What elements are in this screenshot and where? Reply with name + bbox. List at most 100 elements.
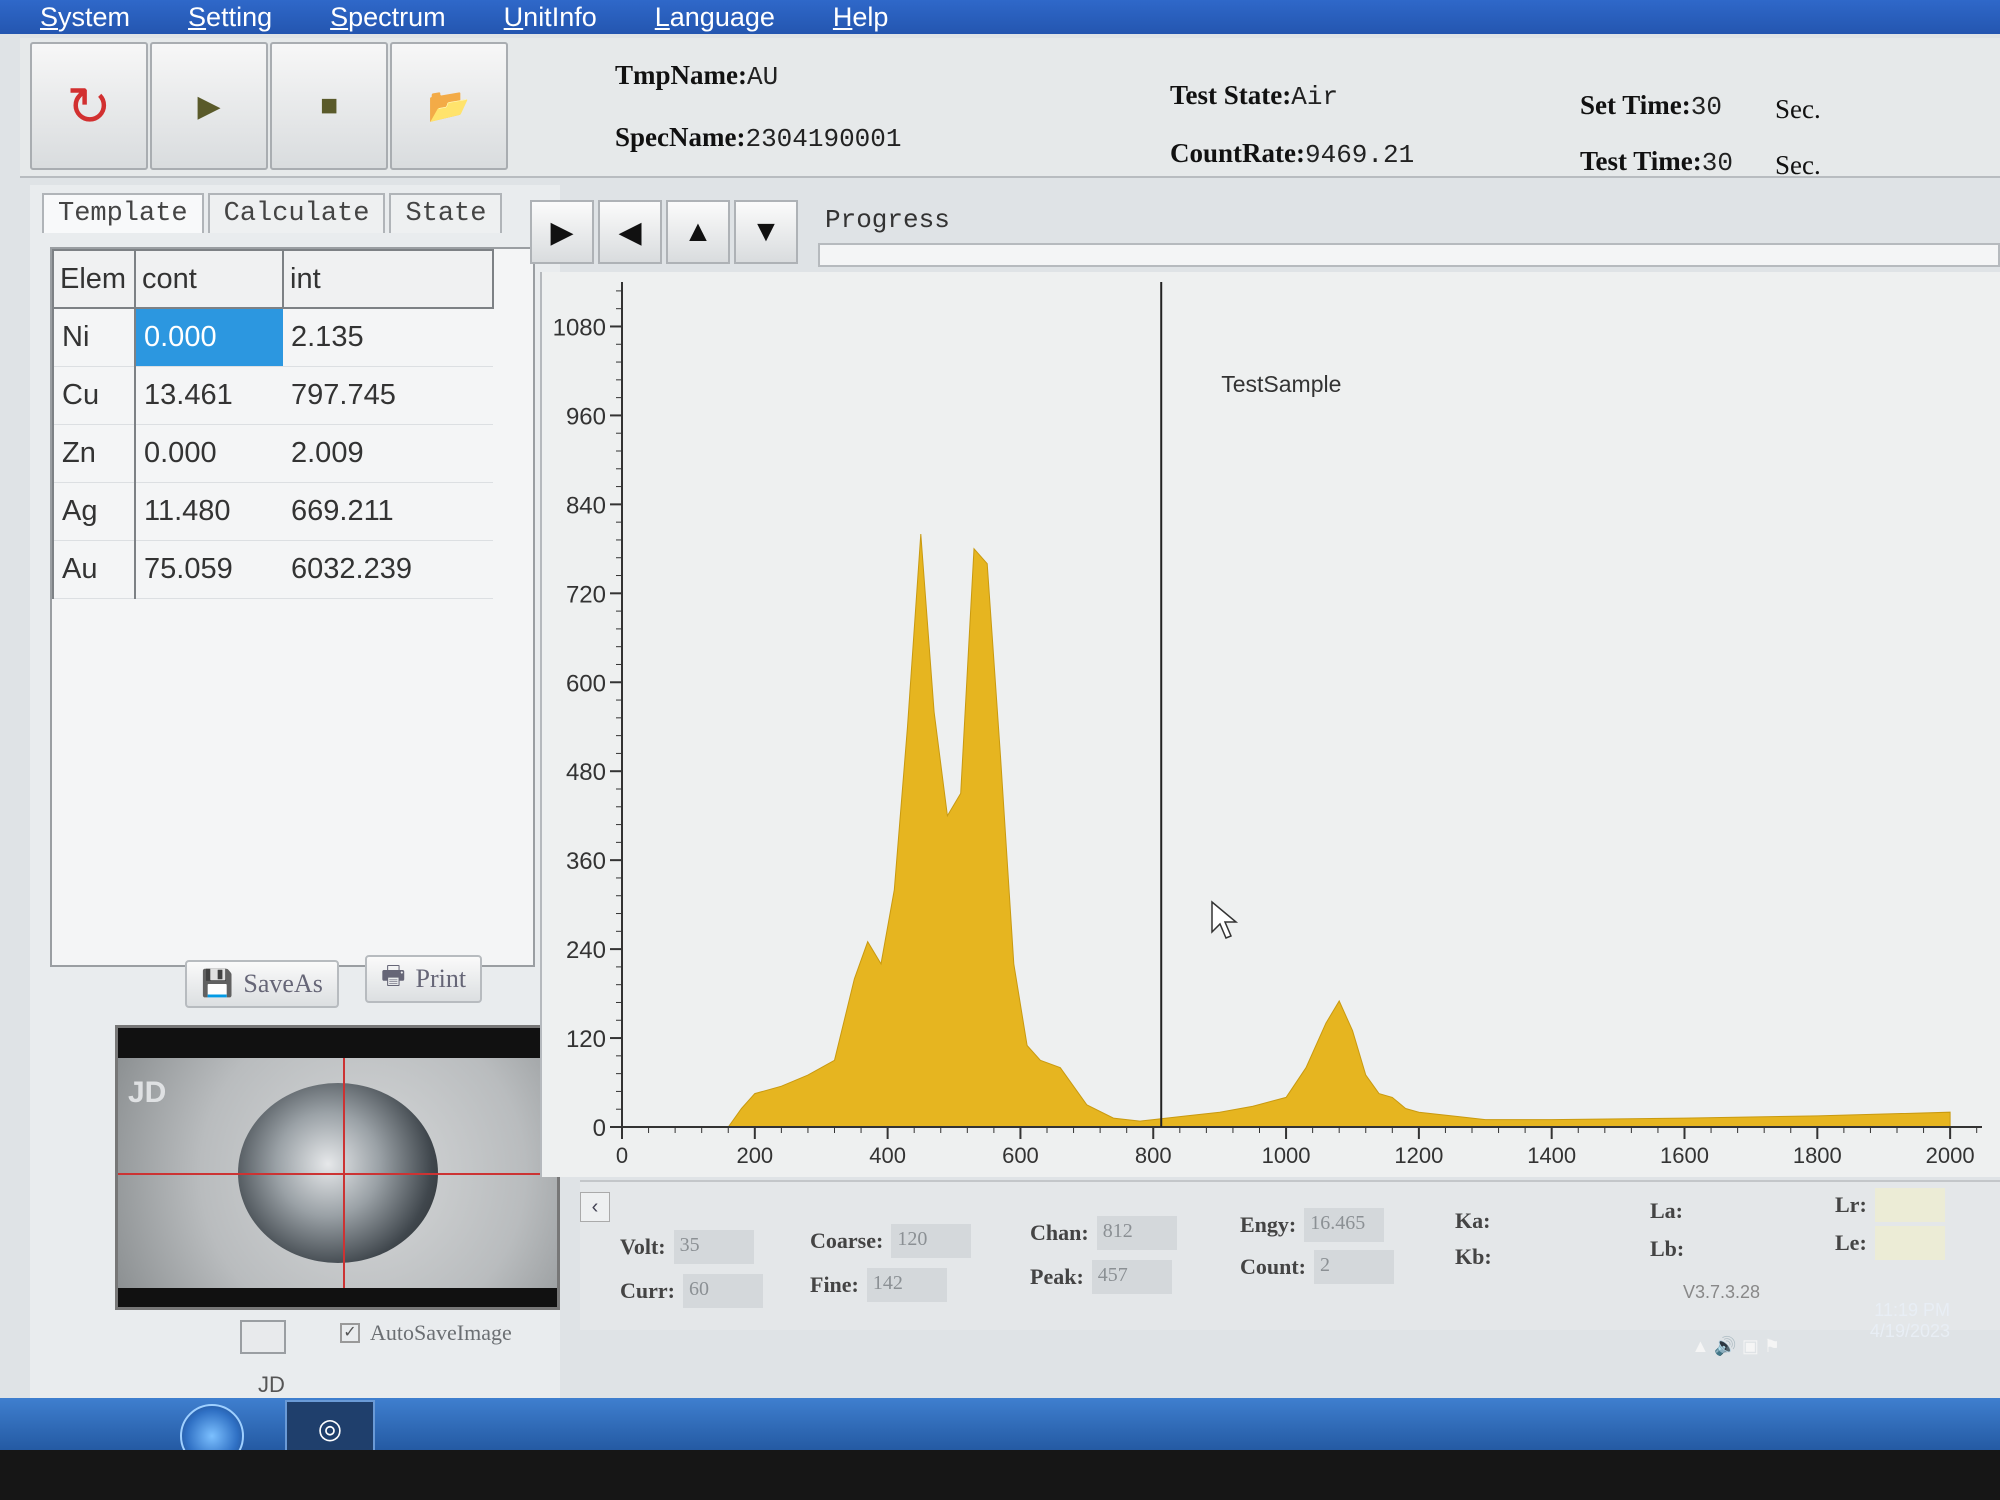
crosshair-vertical — [343, 1058, 345, 1288]
test-time-unit: Sec. — [1775, 150, 1821, 180]
folder-open-icon: 📂 — [427, 87, 471, 125]
cell-int: 6032.239 — [283, 540, 493, 599]
table-row[interactable]: Ni 0.000 2.135 — [52, 308, 493, 367]
peak-value[interactable]: 457 — [1091, 1260, 1172, 1294]
lr-label: Lr: — [1835, 1192, 1867, 1217]
system-tray: ▲ 🔊 ▣ ⚑ — [1692, 1336, 1780, 1357]
spectrum-area — [622, 533, 1951, 1128]
menu-unitinfo[interactable]: UnitInfo — [504, 2, 597, 33]
menu-help[interactable]: Help — [833, 2, 889, 33]
taskbar-app-xrf[interactable]: ◎ — [285, 1400, 375, 1450]
y-tick-label: 360 — [566, 848, 606, 875]
table-row[interactable]: Ag 11.480 669.211 — [52, 482, 493, 541]
coarse-value[interactable]: 120 — [891, 1224, 972, 1258]
tmp-name: TmpName:AU — [615, 60, 778, 92]
ka-field: Ka: — [1455, 1208, 1498, 1234]
prev-button[interactable]: ◀ — [598, 200, 662, 264]
lr-value[interactable] — [1874, 1188, 1945, 1222]
cell-cont[interactable]: 0.000 — [135, 308, 283, 367]
table-row[interactable]: Zn 0.000 2.009 — [52, 424, 493, 483]
coarse-label: Coarse: — [810, 1228, 884, 1253]
tab-calculate[interactable]: Calculate — [207, 193, 386, 233]
network-icon[interactable]: ▣ — [1742, 1336, 1759, 1356]
left-tabs: Template Calculate State — [42, 193, 506, 233]
la-label: La: — [1650, 1198, 1683, 1223]
flag-icon[interactable]: ⚑ — [1764, 1336, 1780, 1356]
volt-label: Volt: — [620, 1234, 666, 1259]
save-icon: 💾 — [201, 969, 234, 998]
clock-date: 4/19/2023 — [1869, 1321, 1950, 1341]
count-field: Count: 2 — [1240, 1250, 1395, 1284]
chan-field: Chan: 812 — [1030, 1216, 1177, 1250]
y-tick-label: 1080 — [553, 314, 606, 341]
y-tick-label: 0 — [593, 1115, 606, 1142]
status-panel: ‹ Volt: 35 Curr: 60 Coarse: 120 Fine: 142 Ch… — [580, 1180, 2000, 1330]
cell-elem: Au — [52, 540, 136, 599]
col-elem[interactable]: Elem — [52, 249, 136, 309]
tab-template[interactable]: Template — [42, 193, 204, 233]
open-button[interactable]: 📂 — [390, 42, 508, 170]
count-value[interactable]: 2 — [1314, 1250, 1395, 1284]
x-tick-label: 1200 — [1394, 1143, 1443, 1168]
col-int[interactable]: int — [282, 249, 494, 309]
engy-field: Engy: 16.465 — [1240, 1208, 1385, 1242]
scale-up-button[interactable]: ▲ — [666, 200, 730, 264]
chan-label: Chan: — [1030, 1220, 1089, 1245]
refresh-icon: ↻ — [66, 76, 112, 137]
engy-label: Engy: — [1240, 1212, 1297, 1237]
tab-state[interactable]: State — [389, 193, 503, 233]
volt-value[interactable]: 35 — [673, 1230, 754, 1264]
system-clock[interactable]: 11:19 PM 4/19/2023 — [1870, 1300, 1950, 1342]
refresh-button[interactable]: ↻ — [30, 42, 148, 170]
camera-toggle[interactable] — [240, 1320, 286, 1354]
scale-down-button[interactable]: ▼ — [734, 200, 798, 264]
set-time: Set Time:30 — [1580, 90, 1722, 122]
cell-cont: 75.059 — [135, 540, 283, 599]
menu-spectrum[interactable]: Spectrum — [330, 2, 446, 33]
set-time-value: 30 — [1690, 92, 1722, 122]
count-rate-label: CountRate: — [1170, 138, 1305, 168]
col-cont[interactable]: cont — [134, 249, 284, 309]
lb-label: Lb: — [1650, 1236, 1685, 1261]
tray-arrow-icon[interactable]: ▲ — [1692, 1336, 1710, 1356]
table-row[interactable]: Au 75.059 6032.239 — [52, 540, 493, 599]
y-tick-label: 720 — [566, 581, 606, 608]
progress-bar — [818, 243, 2000, 267]
count-rate: CountRate:9469.21 — [1170, 138, 1414, 170]
y-tick-label: 840 — [566, 492, 606, 519]
progress-label: Progress — [825, 205, 950, 235]
le-value[interactable] — [1874, 1226, 1945, 1260]
test-state-value: Air — [1291, 82, 1339, 112]
volt-field: Volt: 35 — [620, 1230, 754, 1264]
fine-label: Fine: — [810, 1272, 859, 1297]
start-button[interactable]: ▶ — [150, 42, 268, 170]
scroll-left-button[interactable]: ‹ — [580, 1192, 610, 1222]
stop-button[interactable]: ■ — [270, 42, 388, 170]
autosave-checkbox[interactable]: ✓ AutoSaveImage — [340, 1320, 512, 1346]
play-icon: ▶ — [197, 89, 221, 123]
saveas-button[interactable]: 💾 SaveAs — [185, 960, 339, 1008]
fine-value[interactable]: 142 — [866, 1268, 947, 1302]
spectrum-svg[interactable]: 0 120 240 360 480 600 720 840 960 1080 0 200 400 600 8… — [542, 272, 2000, 1177]
menu-language[interactable]: Language — [655, 2, 775, 33]
engy-value[interactable]: 16.465 — [1304, 1208, 1385, 1242]
menu-system[interactable]: System — [40, 2, 130, 33]
la-field: La: — [1650, 1198, 1691, 1224]
test-time-label: Test Time: — [1580, 146, 1702, 176]
print-button[interactable]: 🖶 Print — [365, 955, 483, 1003]
menu-bar: System Setting Spectrum UnitInfo Languag… — [0, 0, 2000, 34]
spectrum-chart[interactable]: 0 120 240 360 480 600 720 840 960 1080 0 200 400 600 8… — [540, 272, 2000, 1177]
y-tick-label: 480 — [566, 759, 606, 786]
curr-value[interactable]: 60 — [682, 1274, 763, 1308]
volume-icon[interactable]: 🔊 — [1714, 1336, 1736, 1356]
table-row[interactable]: Cu 13.461 797.745 — [52, 366, 493, 425]
test-time-value: 30 — [1701, 148, 1733, 178]
fine-field: Fine: 142 — [810, 1268, 947, 1302]
lb-field: Lb: — [1650, 1236, 1692, 1262]
chan-value[interactable]: 812 — [1096, 1216, 1177, 1250]
menu-setting[interactable]: Setting — [188, 2, 272, 33]
curr-field: Curr: 60 — [620, 1274, 763, 1308]
test-state-label: Test State: — [1170, 80, 1292, 110]
ka-label: Ka: — [1455, 1208, 1491, 1233]
play-spectrum-button[interactable]: ▶ — [530, 200, 594, 264]
